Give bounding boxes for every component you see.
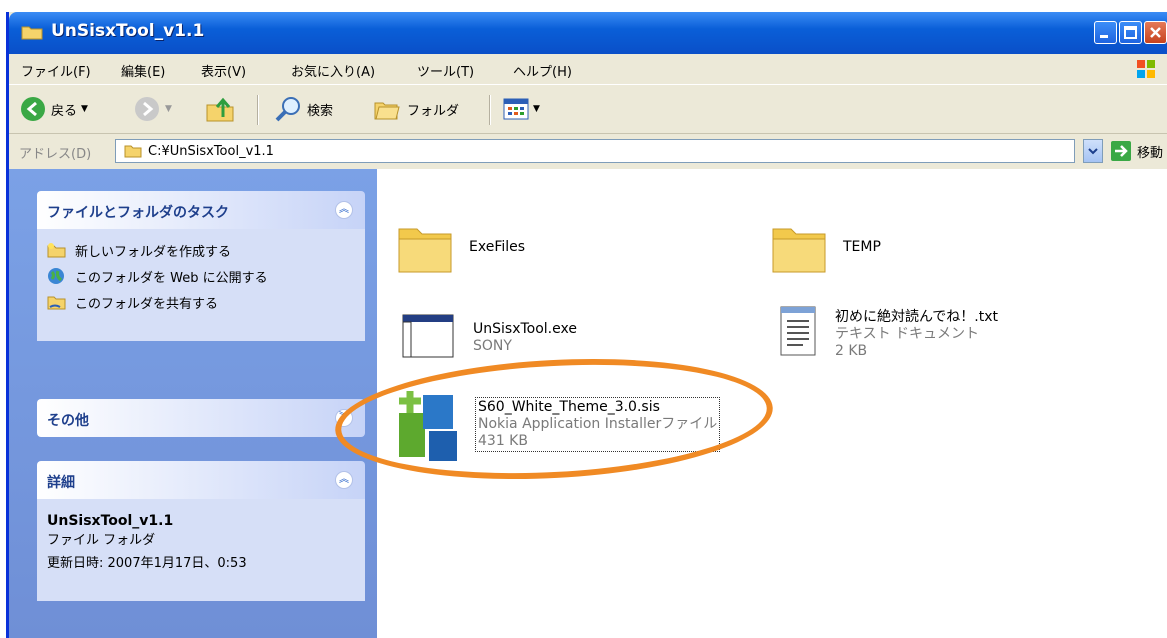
- minimize-button[interactable]: [1094, 21, 1117, 44]
- menu-help[interactable]: ヘルプ(H): [513, 61, 572, 80]
- forward-button[interactable]: ▼: [133, 95, 172, 123]
- file-name: UnSisxTool.exe: [473, 321, 577, 337]
- tasks-panel: ファイルとフォルダのタスク ︽ 新しいフォルダを作成する このフォルダを Web…: [37, 191, 365, 341]
- folder-icon: [398, 228, 452, 273]
- details-panel-header[interactable]: 詳細 ︽: [37, 461, 365, 499]
- task-label: このフォルダを共有する: [75, 296, 219, 312]
- details-type: ファイル フォルダ: [47, 533, 156, 548]
- address-input[interactable]: C:¥UnSisxTool_v1.1: [115, 139, 1075, 163]
- collapse-icon[interactable]: ︽: [335, 471, 353, 489]
- details-panel: 詳細 ︽ UnSisxTool_v1.1 ファイル フォルダ 更新日時: 200…: [37, 461, 365, 601]
- other-panel-header[interactable]: その他 ︾: [37, 399, 365, 437]
- search-label: 検索: [307, 103, 334, 119]
- address-bar: アドレス(D) C:¥UnSisxTool_v1.1 移動: [9, 134, 1167, 168]
- maximize-button[interactable]: [1119, 21, 1142, 44]
- views-button[interactable]: ▼: [503, 95, 540, 123]
- other-panel-title: その他: [47, 413, 89, 429]
- back-button[interactable]: 戻る ▼: [19, 95, 88, 123]
- tasks-panel-header[interactable]: ファイルとフォルダのタスク ︽: [37, 191, 365, 229]
- new-folder-icon: [47, 243, 66, 258]
- menu-bar: ファイル(F) 編集(E) 表示(V) お気に入り(A) ツール(T) ヘルプ(…: [9, 54, 1167, 85]
- task-pane: ファイルとフォルダのタスク ︽ 新しいフォルダを作成する このフォルダを Web…: [9, 169, 377, 638]
- file-item[interactable]: ExeFiles: [395, 217, 525, 277]
- task-publish-web[interactable]: このフォルダを Web に公開する: [47, 263, 355, 289]
- file-item[interactable]: 初めに絶対読んでね！.txt テキスト ドキュメント 2 KB: [777, 301, 998, 361]
- back-label: 戻る: [51, 103, 78, 119]
- up-folder-button[interactable]: [205, 95, 235, 123]
- search-button[interactable]: 検索: [273, 95, 333, 123]
- up-folder-icon: [206, 97, 234, 122]
- file-name: ExeFiles: [469, 239, 526, 255]
- task-share-folder[interactable]: このフォルダを共有する: [47, 289, 355, 315]
- window-title: UnSisxTool_v1.1: [51, 21, 205, 41]
- maximize-icon: [1124, 26, 1137, 39]
- title-bar[interactable]: UnSisxTool_v1.1: [9, 12, 1167, 54]
- back-arrow-icon: [21, 97, 45, 121]
- menu-favorites[interactable]: お気に入り(A): [291, 61, 375, 80]
- collapse-icon[interactable]: ︽: [335, 201, 353, 219]
- other-panel: その他 ︾: [37, 399, 365, 437]
- file-type: テキスト ドキュメント: [835, 326, 980, 342]
- search-icon: [275, 97, 300, 122]
- windows-logo-icon: [1137, 60, 1155, 78]
- file-item[interactable]: TEMP: [769, 217, 881, 277]
- chevron-down-icon: [1088, 148, 1098, 155]
- toolbar: 戻る ▼ ▼ 検索 フォルダ ▼: [9, 85, 1167, 134]
- views-dropdown-icon[interactable]: ▼: [533, 104, 540, 114]
- address-label: アドレス(D): [19, 147, 92, 162]
- back-dropdown-icon[interactable]: ▼: [81, 104, 88, 114]
- shared-folder-icon: [47, 296, 66, 310]
- folder-icon: [772, 228, 826, 273]
- address-value: C:¥UnSisxTool_v1.1: [148, 143, 274, 159]
- menu-view[interactable]: 表示(V): [201, 61, 246, 80]
- folders-button[interactable]: フォルダ: [373, 95, 459, 123]
- application-icon: [402, 314, 454, 358]
- file-size: 2 KB: [835, 343, 868, 359]
- forward-arrow-icon: [135, 97, 159, 121]
- globe-icon: [48, 268, 64, 284]
- folders-icon: [374, 102, 400, 120]
- menu-edit[interactable]: 編集(E): [121, 61, 165, 80]
- file-company: SONY: [473, 338, 512, 354]
- go-button[interactable]: 移動: [1111, 141, 1163, 161]
- task-label: このフォルダを Web に公開する: [75, 270, 268, 286]
- details-panel-title: 詳細: [47, 475, 75, 491]
- details-name: UnSisxTool_v1.1: [47, 513, 174, 529]
- forward-dropdown-icon[interactable]: ▼: [165, 104, 172, 114]
- file-item[interactable]: UnSisxTool.exe SONY: [399, 307, 577, 367]
- go-label: 移動: [1137, 145, 1164, 161]
- folders-label: フォルダ: [407, 103, 460, 119]
- text-document-icon: [780, 306, 816, 356]
- close-button[interactable]: [1144, 21, 1167, 44]
- explorer-window: UnSisxTool_v1.1 ファイル(F) 編集(E) 表示(V) お気に入…: [6, 12, 1167, 638]
- menu-tools[interactable]: ツール(T): [417, 61, 474, 80]
- views-icon: [503, 98, 529, 120]
- toolbar-separator: [489, 95, 491, 125]
- menu-file[interactable]: ファイル(F): [21, 61, 91, 80]
- task-new-folder[interactable]: 新しいフォルダを作成する: [47, 237, 355, 263]
- details-modified: 更新日時: 2007年1月17日、0:53: [47, 556, 247, 571]
- close-icon: [1150, 27, 1161, 38]
- go-arrow-icon: [1111, 141, 1131, 161]
- address-dropdown-button[interactable]: [1083, 139, 1103, 163]
- file-name: TEMP: [843, 239, 881, 255]
- folder-icon: [21, 26, 43, 40]
- file-name: 初めに絶対読んでね！.txt: [835, 309, 999, 325]
- toolbar-separator: [257, 95, 259, 125]
- task-label: 新しいフォルダを作成する: [75, 244, 232, 260]
- minimize-icon: [1100, 35, 1108, 38]
- tasks-panel-title: ファイルとフォルダのタスク: [47, 205, 229, 221]
- folder-icon: [124, 145, 142, 158]
